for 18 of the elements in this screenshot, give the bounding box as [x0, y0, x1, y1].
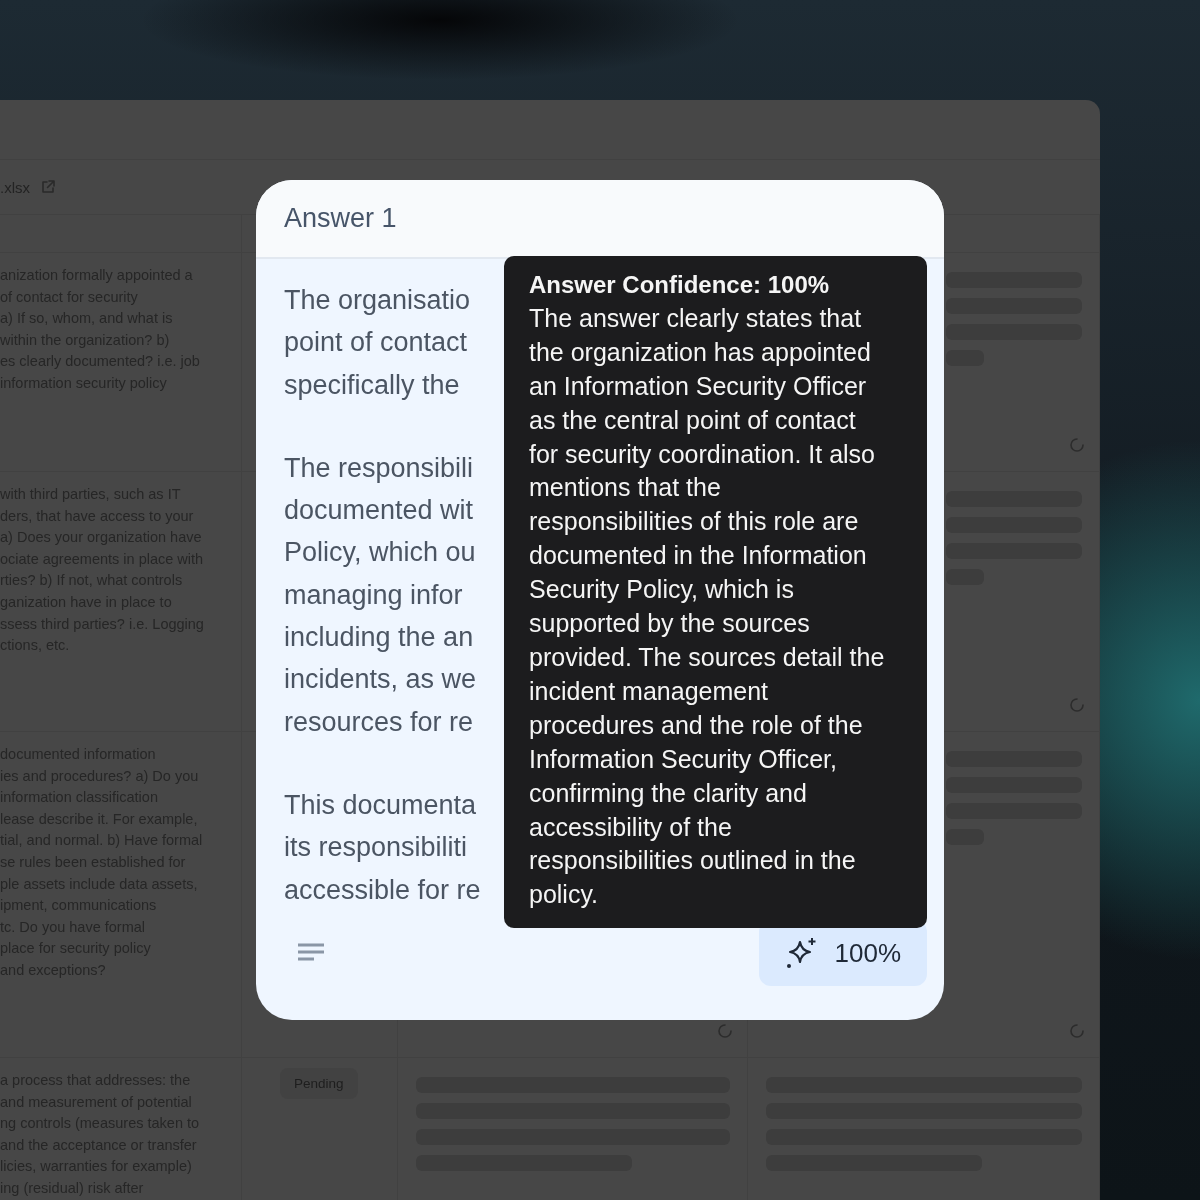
- answer-text-line: accessible for re: [284, 873, 481, 907]
- dialog-title: Answer 1: [284, 203, 397, 234]
- answer-text-line: Policy, which ou: [284, 536, 476, 570]
- answer-text-line: incidents, as we: [284, 663, 477, 697]
- answer-text-line: The organisatio: [284, 284, 471, 317]
- answer-text-line: documented wit: [284, 494, 474, 528]
- answer-text-line: managing infor: [284, 578, 463, 612]
- answer-text-line: The responsibili: [284, 451, 474, 485]
- answer-text-line: point of contact: [284, 326, 468, 360]
- external-link-icon: [40, 179, 56, 195]
- tooltip-text: The answer clearly states that the organization has appointed an Information Security Officer as the central point of contact for security coordination. It also mentions that the responsibilities of this role are documented in the Information Security Policy, which is supported by the sources provided. The sources detail the incident management procedures and the role of the Information Security Officer, confirming the clarity and accessibility of the responsibilities outlined in the policy.: [529, 302, 886, 911]
- answer-text-line: This documenta: [284, 788, 477, 822]
- answer-text-line: its responsibiliti: [284, 831, 468, 865]
- tooltip-title: Answer Confidence: 100%: [529, 270, 831, 300]
- answer-text-line: specifically the: [284, 368, 460, 402]
- sparkle-icon: [784, 936, 819, 970]
- answer-text-line: including the an: [284, 621, 474, 655]
- answer-text-line: resources for re: [284, 705, 474, 739]
